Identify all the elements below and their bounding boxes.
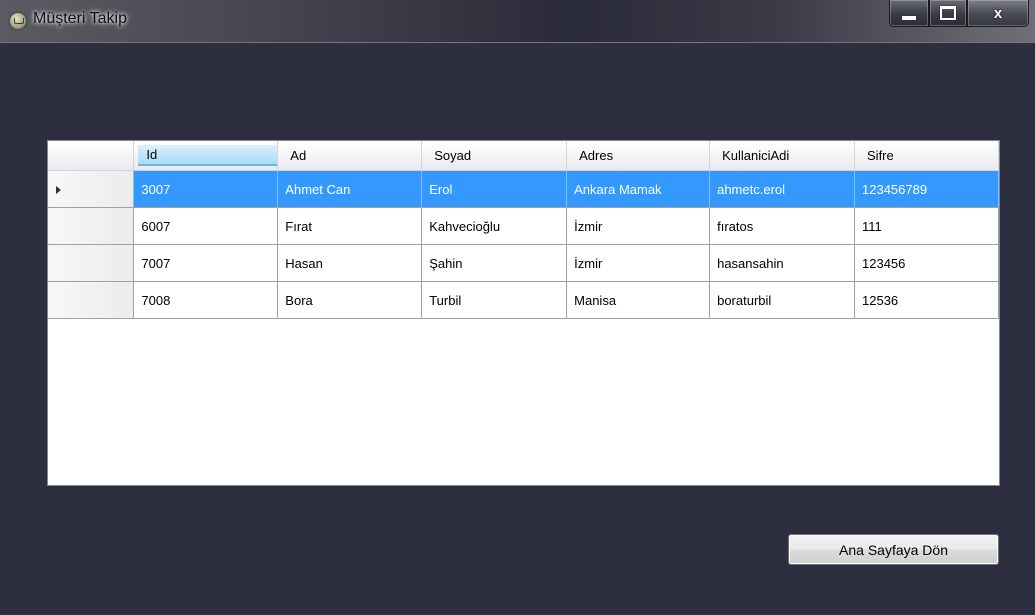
cell-kullaniciadi[interactable]: fıratos — [709, 207, 856, 245]
column-header-label: Id — [138, 145, 278, 166]
customer-table: Id Ad Soyad Adres KullaniciAdi Sifre 300… — [48, 141, 999, 319]
cell-soyad[interactable]: Erol — [421, 170, 568, 208]
column-header-ad[interactable]: Ad — [277, 141, 423, 171]
cell-soyad[interactable]: Kahvecioğlu — [421, 207, 568, 245]
cell-sifre[interactable]: 12536 — [854, 281, 999, 319]
cell-adres[interactable]: İzmir — [566, 244, 711, 282]
cell-id[interactable]: 7007 — [133, 244, 279, 282]
window-controls: x — [889, 0, 1029, 28]
close-button[interactable]: x — [967, 0, 1029, 27]
column-header-kullaniciadi[interactable]: KullaniciAdi — [709, 141, 856, 171]
cell-ad[interactable]: Hasan — [277, 244, 423, 282]
cell-adres[interactable]: İzmir — [566, 207, 711, 245]
cell-kullaniciadi[interactable]: ahmetc.erol — [709, 170, 856, 208]
cell-id[interactable]: 7008 — [133, 281, 279, 319]
column-header-adres[interactable]: Adres — [566, 141, 711, 171]
row-header-corner[interactable] — [48, 141, 135, 171]
table-row[interactable]: 7007 Hasan Şahin İzmir hasansahin 123456 — [48, 244, 999, 282]
cart-icon[interactable] — [10, 13, 26, 29]
current-row-arrow-icon — [56, 186, 61, 194]
window-title: Müşteri Takip — [33, 10, 127, 27]
cell-ad[interactable]: Bora — [277, 281, 423, 319]
maximize-icon — [940, 6, 956, 20]
header-row: Id Ad Soyad Adres KullaniciAdi Sifre — [48, 141, 999, 171]
cell-sifre[interactable]: 123456789 — [854, 170, 999, 208]
cell-ad[interactable]: Fırat — [277, 207, 423, 245]
column-header-id[interactable]: Id — [133, 141, 279, 171]
maximize-button[interactable] — [929, 0, 967, 27]
row-header[interactable] — [48, 170, 135, 208]
cell-kullaniciadi[interactable]: hasansahin — [709, 244, 856, 282]
row-header[interactable] — [48, 281, 135, 319]
cell-id[interactable]: 3007 — [133, 170, 279, 208]
title-bar[interactable]: Müşteri Takip x — [0, 0, 1035, 43]
table-row[interactable]: 7008 Bora Turbil Manisa boraturbil 12536 — [48, 281, 999, 319]
cell-sifre[interactable]: 123456 — [854, 244, 999, 282]
cell-id[interactable]: 6007 — [133, 207, 279, 245]
minimize-button[interactable] — [889, 0, 929, 27]
cell-sifre[interactable]: 111 — [854, 207, 999, 245]
table-row[interactable]: 3007 Ahmet Can Erol Ankara Mamak ahmetc.… — [48, 170, 999, 208]
cell-soyad[interactable]: Turbil — [421, 281, 568, 319]
cell-kullaniciadi[interactable]: boraturbil — [709, 281, 856, 319]
column-header-soyad[interactable]: Soyad — [421, 141, 568, 171]
main-window: Müşteri Takip x Id Ad Soyad Adres Kullan… — [0, 0, 1035, 615]
row-header[interactable] — [48, 244, 135, 282]
column-header-sifre[interactable]: Sifre — [854, 141, 999, 171]
cell-soyad[interactable]: Şahin — [421, 244, 568, 282]
back-to-main-page-button[interactable]: Ana Sayfaya Dön — [788, 534, 999, 565]
cell-adres[interactable]: Ankara Mamak — [566, 170, 711, 208]
close-icon: x — [993, 4, 1003, 22]
customer-data-grid[interactable]: Id Ad Soyad Adres KullaniciAdi Sifre 300… — [47, 140, 1000, 486]
cell-adres[interactable]: Manisa — [566, 281, 711, 319]
table-row[interactable]: 6007 Fırat Kahvecioğlu İzmir fıratos 111 — [48, 207, 999, 245]
row-header[interactable] — [48, 207, 135, 245]
cell-ad[interactable]: Ahmet Can — [277, 170, 423, 208]
minimize-icon — [902, 16, 916, 20]
